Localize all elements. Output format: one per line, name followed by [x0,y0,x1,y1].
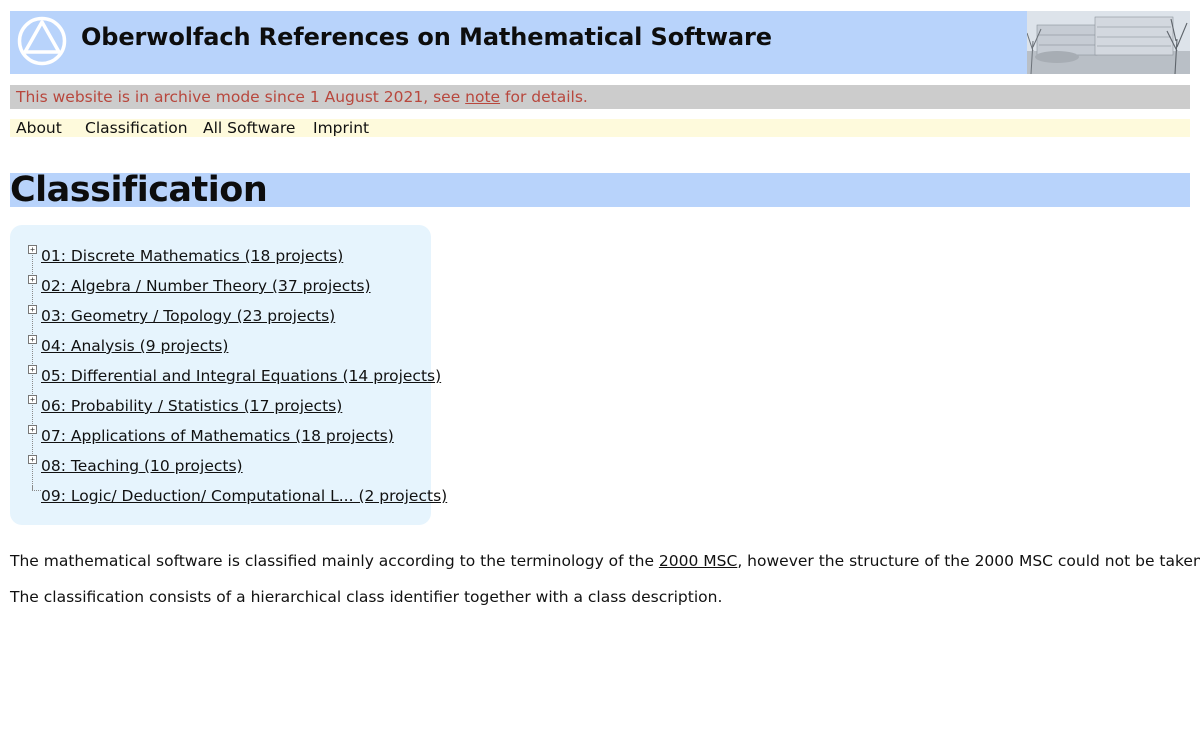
tree-item-link[interactable]: 08: Teaching (10 projects) [41,457,243,475]
classification-tree: + 01: Discrete Mathematics (18 projects)… [10,225,447,525]
tree-item: + 05: Differential and Integral Equation… [10,365,441,385]
tree-leaf-connector [32,485,41,491]
tree-item: 09: Logic/ Deduction/ Computational L...… [10,485,447,505]
expand-plus-icon[interactable]: + [28,395,37,404]
para1-prefix: The mathematical software is classified … [10,552,659,570]
expand-plus-icon[interactable]: + [28,305,37,314]
nav-about[interactable]: About [16,119,62,137]
page-title: Classification [10,173,1190,208]
tree-item-link[interactable]: 09: Logic/ Deduction/ Computational L...… [41,487,447,505]
tree-item-link[interactable]: 02: Algebra / Number Theory (37 projects… [41,277,371,295]
nav-classification[interactable]: Classification [85,119,188,137]
archive-notice-suffix: for details. [500,88,588,106]
site-logo-icon[interactable] [16,16,68,66]
classification-structure-paragraph: The classification consists of a hierarc… [10,588,723,606]
header-building-photo [1027,11,1190,74]
msc-2000-link[interactable]: 2000 MSC [659,552,737,570]
archive-notice-bar: This website is in archive mode since 1 … [10,85,1190,109]
main-nav: About Classification All Software Imprin… [10,119,1190,137]
expand-plus-icon[interactable]: + [28,425,37,434]
tree-item: + 01: Discrete Mathematics (18 projects) [10,245,431,265]
archive-notice: This website is in archive mode since 1 … [10,88,588,106]
tree-item-link[interactable]: 03: Geometry / Topology (23 projects) [41,307,335,325]
tree-item: + 07: Applications of Mathematics (18 pr… [10,425,431,445]
tree-item: + 03: Geometry / Topology (23 projects) [10,305,431,325]
tree-item: + 04: Analysis (9 projects) [10,335,431,355]
nav-imprint[interactable]: Imprint [313,119,369,137]
tree-item-link[interactable]: 01: Discrete Mathematics (18 projects) [41,247,343,265]
nav-all-software[interactable]: All Software [203,119,295,137]
archive-note-link[interactable]: note [465,88,500,106]
archive-notice-prefix: This website is in archive mode since 1 … [16,88,466,106]
tree-item-link[interactable]: 07: Applications of Mathematics (18 proj… [41,427,394,445]
building-photo-illustration [1027,11,1190,74]
classification-intro-paragraph: The mathematical software is classified … [10,551,1200,571]
tree-item-link[interactable]: 05: Differential and Integral Equations … [41,367,441,385]
tree-item: + 02: Algebra / Number Theory (37 projec… [10,275,431,295]
expand-plus-icon[interactable]: + [28,275,37,284]
tree-item-link[interactable]: 04: Analysis (9 projects) [41,337,228,355]
site-header: Oberwolfach References on Mathematical S… [10,11,1190,74]
tree-item: + 08: Teaching (10 projects) [10,455,431,475]
site-title[interactable]: Oberwolfach References on Mathematical S… [81,23,772,51]
expand-plus-icon[interactable]: + [28,365,37,374]
tree-item-link[interactable]: 06: Probability / Statistics (17 project… [41,397,342,415]
expand-plus-icon[interactable]: + [28,335,37,344]
expand-plus-icon[interactable]: + [28,455,37,464]
tree-item: + 06: Probability / Statistics (17 proje… [10,395,431,415]
expand-plus-icon[interactable]: + [28,245,37,254]
para1-suffix: , however the structure of the 2000 MSC … [737,552,1200,570]
